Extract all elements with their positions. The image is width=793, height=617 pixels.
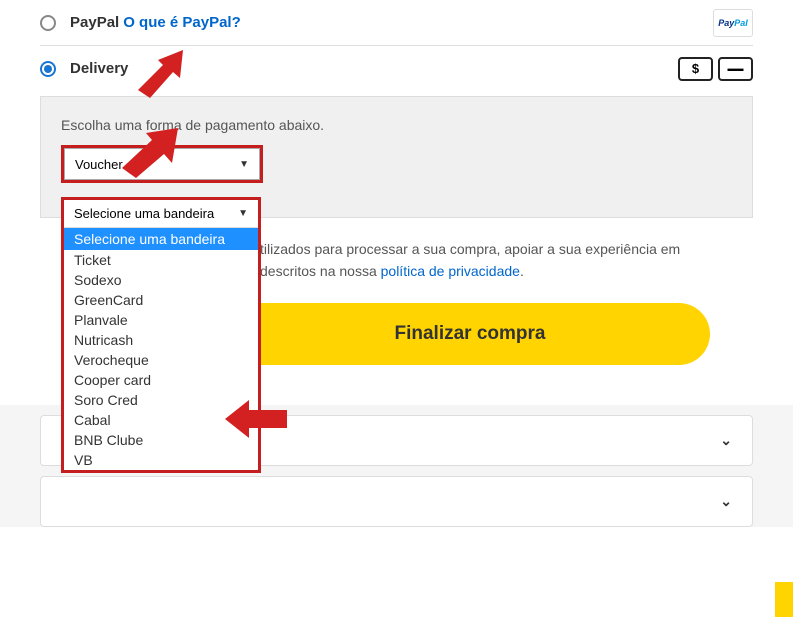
bandeira-option[interactable]: Ticket [64,250,258,270]
paypal-option[interactable]: PayPal O que é PayPal? PayPal [40,0,753,46]
bandeira-option[interactable]: Cooper card [64,370,258,390]
bandeira-option[interactable]: GreenCard [64,290,258,310]
delivery-payment-icons: $ ▬▬ [678,57,753,81]
bandeira-option[interactable]: Sodexo [64,270,258,290]
chevron-down-icon: ⌄ [720,493,732,510]
bandeira-option[interactable]: Nutricash [64,330,258,350]
annotation-arrow-icon [138,50,198,100]
accordion-item-2[interactable]: ⌄ [40,476,753,527]
paypal-logo-icon: PayPal [713,9,753,37]
paypal-radio[interactable] [40,15,56,31]
delivery-label: Delivery [70,60,128,77]
delivery-radio[interactable] [40,61,56,77]
chevron-down-icon: ⌄ [720,432,732,449]
bandeira-option[interactable]: Planvale [64,310,258,330]
paypal-info-link[interactable]: O que é PayPal? [123,14,241,31]
bandeira-option[interactable]: VB [64,450,258,470]
cash-icon: $ [678,57,713,81]
bandeira-select[interactable]: Selecione uma bandeira ▼ [64,200,258,228]
chevron-down-icon: ▼ [239,159,249,170]
annotation-arrow-icon [122,128,194,183]
card-icon: ▬▬ [718,57,753,81]
bandeira-option[interactable]: Selecione uma bandeira [64,228,258,250]
privacy-policy-link[interactable]: política de privacidade [381,263,520,279]
bandeira-select-value: Selecione uma bandeira [74,206,214,221]
bandeira-option[interactable]: Verocheque [64,350,258,370]
yellow-side-tab[interactable] [775,582,793,617]
annotation-arrow-icon [225,398,287,440]
paypal-label: PayPal [70,14,119,31]
voucher-select-value: Voucher [75,157,123,172]
chevron-down-icon: ▼ [238,208,248,219]
